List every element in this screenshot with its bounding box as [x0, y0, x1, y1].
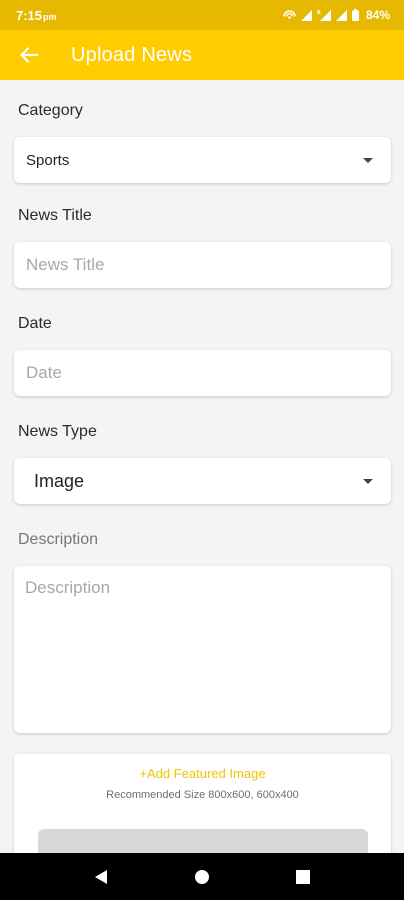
arrow-left-icon[interactable] [17, 43, 41, 67]
status-icons: R 84% [283, 8, 390, 22]
system-nav-bar [0, 853, 404, 900]
add-featured-image-button[interactable]: +Add Featured Image [14, 766, 391, 781]
featured-image-card: +Add Featured Image Recommended Size 800… [14, 754, 391, 853]
signal-icon-2 [335, 9, 347, 21]
category-value: Sports [26, 151, 70, 169]
battery-percent: 84% [365, 8, 390, 22]
home-circle-icon[interactable] [190, 865, 214, 889]
back-triangle-icon[interactable] [89, 865, 113, 889]
image-preview-placeholder [38, 829, 368, 853]
status-time-ampm: pm [43, 11, 57, 22]
caret-down-icon [363, 478, 373, 484]
page-title: Upload News [71, 43, 193, 66]
upload-form: Category Sports News Title News Title Da… [0, 80, 404, 853]
description-textarea[interactable]: Description [14, 566, 391, 733]
news-type-value: Image [34, 470, 85, 491]
news-title-placeholder: News Title [26, 255, 105, 274]
recents-square-icon[interactable] [291, 865, 315, 889]
status-bar: 7:15pm R 84% [0, 0, 404, 30]
category-label: Category [18, 102, 83, 119]
status-time-value: 7:15 [16, 7, 43, 23]
battery-icon [351, 9, 359, 21]
category-select[interactable]: Sports [14, 137, 391, 183]
news-type-select[interactable]: Image [14, 458, 391, 504]
caret-down-icon [363, 157, 373, 163]
news-type-label: News Type [18, 423, 97, 440]
lte-signal-icon: R [317, 9, 331, 21]
date-input[interactable]: Date [14, 350, 391, 396]
hotspot-icon [283, 9, 296, 21]
app-bar: Upload News [0, 30, 404, 80]
news-title-label: News Title [18, 207, 92, 224]
description-label: Description [18, 531, 99, 548]
date-label: Date [18, 315, 52, 332]
description-placeholder: Description [25, 578, 111, 597]
date-placeholder: Date [26, 363, 62, 382]
status-time: 7:15pm [16, 8, 57, 23]
signal-icon [300, 9, 312, 21]
recommended-size-text: Recommended Size 800x600, 600x400 [106, 789, 299, 801]
svg-text:R: R [317, 10, 321, 16]
news-title-input[interactable]: News Title [14, 242, 391, 288]
